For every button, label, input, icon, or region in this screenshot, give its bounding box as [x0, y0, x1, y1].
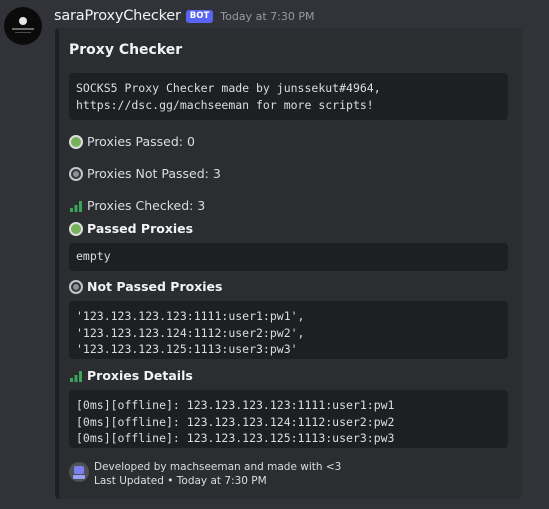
codeblock-line: '123.123.123.124:1112:user2:pw2',: [76, 325, 305, 340]
footer-text: Developed by machseeman and made with <3…: [94, 460, 341, 488]
field-label: Passed Proxies: [87, 221, 194, 236]
field-label: Not Passed Proxies: [87, 279, 223, 294]
field-passed-proxies-name: Passed Proxies: [69, 221, 193, 236]
avatar-tagline-2: [15, 32, 31, 33]
bot-tag: BOT: [185, 9, 214, 23]
username[interactable]: saraProxyChecker: [54, 8, 181, 24]
footer-logo-screen: [74, 466, 84, 474]
footer-updated: Last Updated • Today at 7:30 PM: [94, 475, 267, 487]
description-codeblock: SOCKS5 Proxy Checker made by junssekut#4…: [69, 73, 508, 120]
gray-radio-icon: [69, 279, 83, 294]
message-timestamp[interactable]: Today at 7:30 PM: [220, 10, 314, 23]
not-passed-proxies-codeblock: '123.123.123.123:1111:user1:pw1', '123.12…: [69, 301, 508, 359]
description-line: https://dsc.gg/machseeman for more scrip…: [76, 97, 374, 112]
avatar-mark: [19, 17, 27, 25]
bot-avatar-icon[interactable]: [4, 7, 42, 45]
footer-logo-icon: [69, 462, 89, 482]
codeblock-line: empty: [76, 249, 111, 263]
stat-proxies-not-passed: Proxies Not Passed: 3: [69, 166, 221, 181]
avatar-tagline: [12, 28, 34, 30]
message-header: saraProxyChecker BOT Today at 7:30 PM: [54, 6, 314, 26]
stat-label: Proxies Checked: 3: [87, 198, 206, 213]
field-not-passed-proxies-name: Not Passed Proxies: [69, 279, 222, 294]
embed-title: Proxy Checker: [69, 42, 183, 58]
passed-proxies-codeblock: empty: [69, 243, 508, 271]
field-proxies-details-name: Proxies Details: [69, 368, 193, 383]
stat-label: Proxies Passed: 0: [87, 134, 195, 149]
stat-proxies-checked: Proxies Checked: 3: [69, 198, 205, 213]
codeblock-line: [0ms][offline]: 123.123.123.125:1113:use…: [76, 431, 395, 445]
codeblock-line: [0ms][offline]: 123.123.123.124:1112:use…: [76, 414, 395, 429]
embed: Proxy Checker SOCKS5 Proxy Checker made …: [55, 28, 522, 499]
signal-bars-icon: [70, 370, 82, 382]
stat-label: Proxies Not Passed: 3: [87, 166, 221, 181]
description-line: SOCKS5 Proxy Checker made by junssekut#4…: [76, 81, 381, 95]
green-circle-icon: [69, 134, 83, 149]
embed-footer: Developed by machseeman and made with <3…: [69, 460, 341, 488]
field-label: Proxies Details: [87, 368, 193, 383]
proxies-details-codeblock: [0ms][offline]: 123.123.123.123:1111:use…: [69, 390, 508, 448]
green-circle-icon: [69, 221, 83, 236]
codeblock-line: '123.123.123.123:1111:user1:pw1',: [76, 309, 305, 323]
stat-proxies-passed: Proxies Passed: 0: [69, 134, 195, 149]
signal-bars-icon: [70, 200, 82, 212]
codeblock-line: '123.123.123.125:1113:user3:pw3': [76, 342, 298, 356]
gray-radio-icon: [69, 166, 83, 181]
footer-credit: Developed by machseeman and made with <3: [94, 461, 342, 473]
footer-logo-base: [73, 475, 85, 479]
codeblock-line: [0ms][offline]: 123.123.123.123:1111:use…: [76, 398, 395, 412]
